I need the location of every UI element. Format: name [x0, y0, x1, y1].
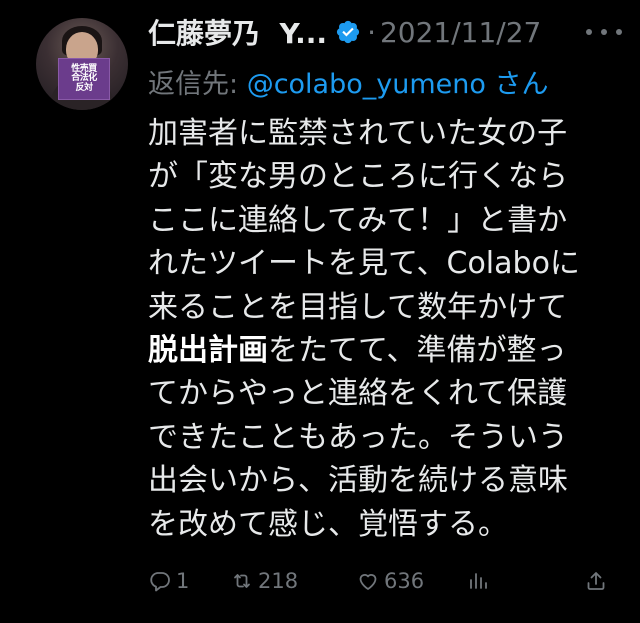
verified-badge-icon — [336, 20, 360, 44]
share-button[interactable] — [584, 566, 612, 596]
retweet-button[interactable]: 218 — [230, 566, 298, 596]
body-text-segment: 出会いから、活動を続ける意味 — [148, 463, 568, 499]
tweet-body-line: てからやっと連絡をくれて保護 — [148, 372, 618, 415]
more-options-icon[interactable] — [586, 20, 622, 44]
tweet-header: 仁藤夢乃 Y... · 2021/11/27 — [148, 12, 608, 52]
header-dot: · — [367, 15, 376, 49]
tweet-date[interactable]: 2021/11/27 — [380, 16, 541, 49]
tweet-body-line: できたこともあった。そういう — [148, 416, 618, 459]
body-text-segment: が「変な男のところに行くなら — [148, 159, 568, 195]
author-name-spacer — [260, 17, 280, 50]
tweet-body-line: が「変な男のところに行くなら — [148, 155, 618, 198]
tweet-body-line: 出会いから、活動を続ける意味 — [148, 459, 618, 502]
more-dot-2 — [601, 29, 607, 35]
body-text-segment: 加害者に監禁されていた女の子 — [148, 116, 568, 151]
views-chart-icon — [470, 573, 487, 589]
avatar-protest-sign: 性売買 合法化 反対 — [58, 58, 110, 100]
like-button[interactable]: 636 — [356, 566, 424, 596]
reply-button[interactable]: 1 — [148, 566, 189, 596]
retweet-count: 218 — [258, 569, 299, 593]
tweet-body-line: 来ることを目指して数年かけて — [148, 286, 618, 329]
views-button[interactable] — [466, 566, 494, 596]
heart-icon — [359, 574, 377, 590]
retweet-icon — [234, 574, 250, 588]
more-dot-1 — [586, 29, 592, 35]
body-bold-phrase: 脱出計画 — [148, 332, 268, 368]
tweet-body-line: 加害者に監禁されていた女の子 — [148, 112, 618, 155]
body-text-segment: をたてて、準備が整っ — [268, 332, 567, 368]
author-name-text: 仁藤夢乃 — [148, 17, 261, 50]
reply-to-prefix: 返信先: — [148, 69, 247, 100]
more-dot-3 — [616, 29, 622, 35]
reply-icon — [150, 572, 170, 592]
tweet-card[interactable]: 性売買 合法化 反対 仁藤夢乃 Y... · 2021/11/27 返信先: @… — [0, 0, 640, 623]
author-name[interactable]: 仁藤夢乃 Y... — [148, 12, 327, 52]
body-text-segment: てからやっと連絡をくれて保護 — [148, 376, 568, 412]
share-icon — [587, 572, 605, 590]
avatar[interactable]: 性売買 合法化 反対 — [36, 18, 128, 110]
like-count: 636 — [384, 569, 425, 593]
tweet-body-line: れたツイートを見て、Colaboに — [148, 242, 618, 285]
tweet-body-line: を改めて感じ、覚悟する。 — [148, 503, 618, 546]
avatar-sign-line3: 反対 — [75, 82, 93, 93]
reply-to-suffix: さん — [485, 69, 549, 100]
tweet-body-line: ここに連絡してみて！」と書か — [148, 199, 618, 242]
body-text-segment: れたツイートを見て、Colaboに — [148, 246, 580, 282]
reply-count: 1 — [176, 569, 190, 593]
body-text-segment: ここに連絡してみて！」と書か — [148, 202, 568, 238]
tweet-body-line: 脱出計画をたてて、準備が整っ — [148, 329, 618, 372]
action-bar: 1 218 636 — [148, 566, 618, 596]
body-text-segment: を改めて感じ、覚悟する。 — [148, 506, 508, 542]
body-text-segment: 来ることを目指して数年かけて — [148, 289, 568, 325]
body-text-segment: できたこともあった。そういう — [148, 419, 568, 455]
reply-to-handle[interactable]: @colabo_yumeno — [247, 69, 486, 100]
tweet-body: 加害者に監禁されていた女の子 が「変な男のところに行くなら ここに連絡してみて！… — [148, 112, 618, 546]
author-name-suffix: Y... — [279, 17, 328, 50]
reply-to-line: 返信先: @colabo_yumeno さん — [148, 62, 548, 101]
